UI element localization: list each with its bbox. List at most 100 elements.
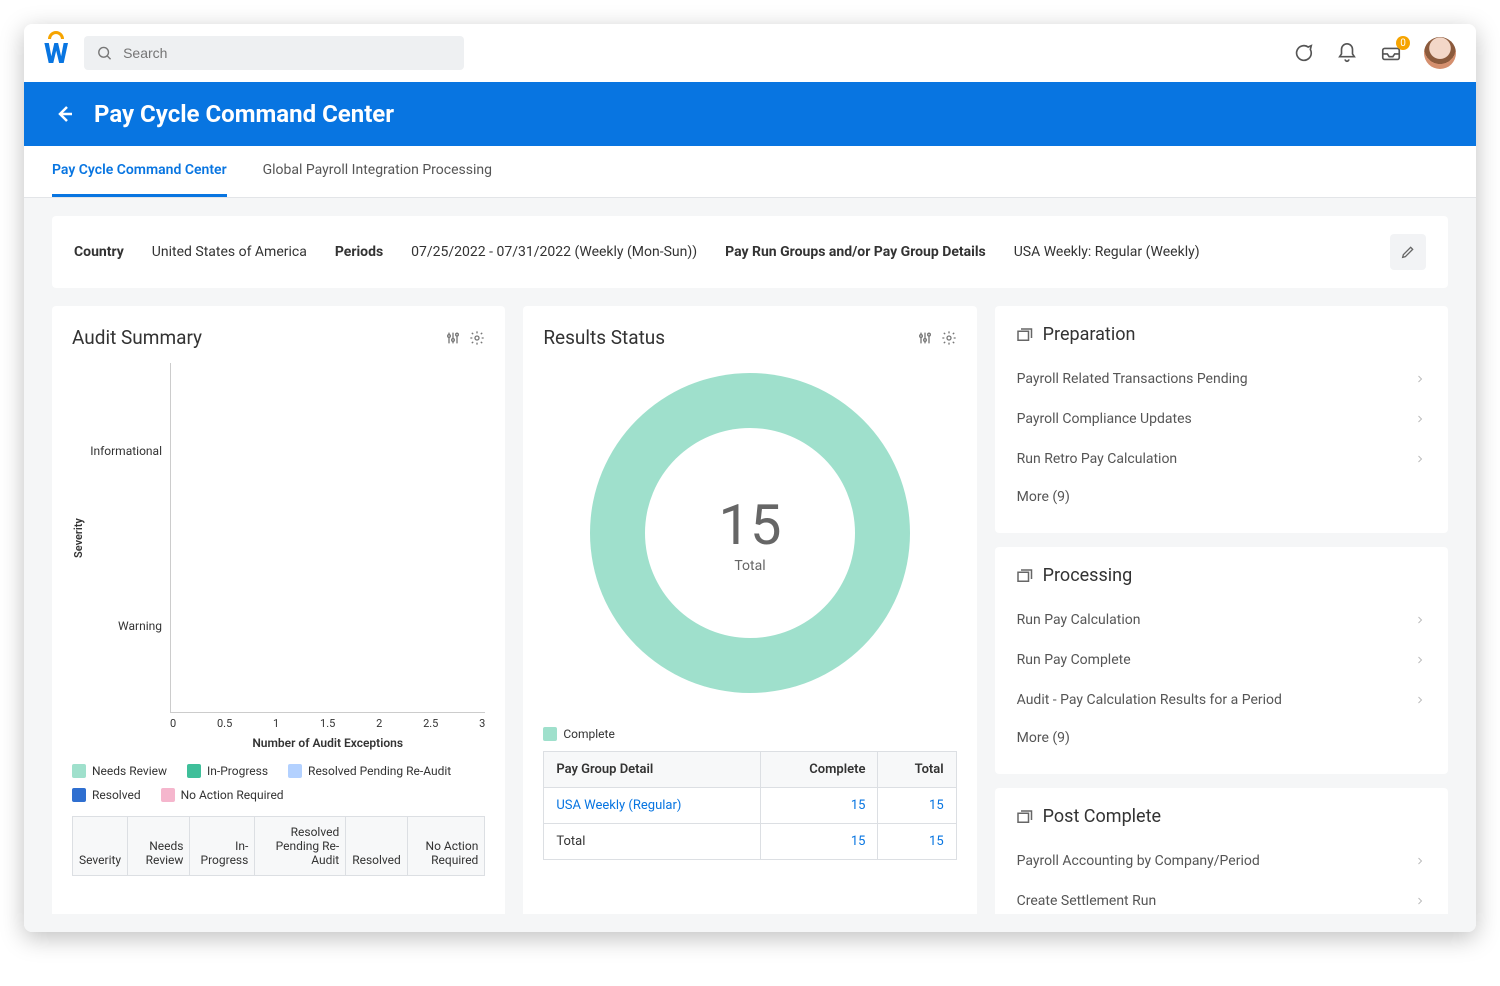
legend-item: No Action Required	[161, 788, 284, 802]
legend-swatch	[72, 764, 86, 778]
donut-total: 15	[719, 492, 782, 558]
chart-x-label: Number of Audit Exceptions	[170, 736, 485, 750]
chart-x-tick: 2	[376, 717, 382, 730]
panel-title: Processing	[1043, 565, 1133, 586]
legend-swatch	[161, 788, 175, 802]
legend-item: Resolved Pending Re-Audit	[288, 764, 451, 778]
tab-command-center[interactable]: Pay Cycle Command Center	[52, 146, 227, 197]
panel-more[interactable]: More (9)	[1015, 479, 1428, 515]
panel-link[interactable]: Payroll Compliance Updates	[1015, 399, 1428, 439]
chart-x-tick: 1	[273, 717, 279, 730]
legend-swatch	[187, 764, 201, 778]
page-title: Pay Cycle Command Center	[94, 100, 394, 128]
legend-label: Resolved Pending Re-Audit	[308, 764, 451, 778]
chart-x-tick: 0	[170, 717, 176, 730]
pencil-icon	[1400, 244, 1416, 260]
audit-th: In-Progress	[190, 817, 255, 876]
chart-x-tick: 2.5	[423, 717, 438, 730]
audit-th: Resolved	[346, 817, 408, 876]
chart-category-0: Informational	[90, 363, 162, 538]
chat-icon[interactable]	[1292, 42, 1314, 64]
logo[interactable]: W	[44, 37, 68, 70]
inbox-icon[interactable]: 0	[1380, 42, 1402, 64]
table-row: Total 15 15	[544, 824, 956, 860]
bell-icon[interactable]	[1336, 42, 1358, 64]
results-donut: 15 Total	[590, 373, 910, 693]
panel-link[interactable]: Payroll Related Transactions Pending	[1015, 359, 1428, 399]
panel-link[interactable]: Run Pay Complete	[1015, 640, 1428, 680]
results-status-title: Results Status	[543, 326, 665, 349]
results-th-1: Complete	[761, 752, 878, 788]
chevron-right-icon	[1414, 895, 1426, 907]
top-bar: W 0	[24, 24, 1476, 82]
panel-title: Post Complete	[1043, 806, 1161, 827]
results-status-card: Results Status 15 Total	[523, 306, 976, 914]
avatar[interactable]	[1424, 37, 1456, 69]
panel-more[interactable]: More (9)	[1015, 720, 1428, 756]
sliders-icon[interactable]	[917, 330, 933, 346]
side-panel: Processing Run Pay CalculationRun Pay Com…	[995, 547, 1448, 774]
chart-x-tick: 3	[479, 717, 485, 730]
filter-country-value: United States of America	[152, 244, 307, 260]
side-panel: Post Complete Payroll Accounting by Compa…	[995, 788, 1448, 914]
filter-periods-value: 07/25/2022 - 07/31/2022 (Weekly (Mon-Sun…	[411, 244, 697, 260]
audit-summary-card: Audit Summary Severity Informational War…	[52, 306, 505, 914]
results-cell-complete[interactable]: 15	[761, 788, 878, 824]
results-cell-label[interactable]: USA Weekly (Regular)	[544, 788, 761, 824]
results-cell-total[interactable]: 15	[878, 824, 956, 860]
search-icon	[96, 44, 113, 62]
panel-header: Processing	[1015, 565, 1428, 586]
chart-x-tick: 0.5	[217, 717, 232, 730]
inbox-badge: 0	[1396, 36, 1410, 50]
panel-link[interactable]: Run Pay Calculation	[1015, 600, 1428, 640]
back-arrow-icon[interactable]	[52, 102, 76, 126]
filter-paygroup-label: Pay Run Groups and/or Pay Group Details	[725, 244, 986, 260]
results-legend: Complete	[543, 727, 956, 741]
chevron-right-icon	[1414, 413, 1426, 425]
audit-legend: Needs Review In-Progress Resolved Pending …	[72, 764, 485, 802]
gear-icon[interactable]	[469, 330, 485, 346]
chevron-right-icon	[1414, 694, 1426, 706]
chart-x-tick: 1.5	[320, 717, 335, 730]
audit-th: Needs Review	[128, 817, 190, 876]
search-input[interactable]	[123, 45, 452, 61]
chevron-right-icon	[1414, 614, 1426, 626]
stack-icon	[1015, 567, 1033, 585]
side-panel: PreparationPayroll Related Transactions …	[995, 306, 1448, 533]
edit-filters-button[interactable]	[1390, 234, 1426, 270]
results-th-0: Pay Group Detail	[544, 752, 761, 788]
panel-link[interactable]: Audit - Pay Calculation Results for a Pe…	[1015, 680, 1428, 720]
filter-country-label: Country	[74, 244, 124, 260]
chart-y-label: Severity	[72, 363, 90, 713]
results-table: Pay Group Detail Complete Total USA Week…	[543, 751, 956, 860]
audit-th: Resolved Pending Re-Audit	[255, 817, 346, 876]
audit-summary-title: Audit Summary	[72, 326, 202, 349]
audit-th: No Action Required	[407, 817, 485, 876]
legend-swatch	[543, 727, 557, 741]
stack-icon	[1015, 326, 1033, 344]
side-panels: PreparationPayroll Related Transactions …	[995, 306, 1448, 914]
chevron-right-icon	[1414, 453, 1426, 465]
filter-periods-label: Periods	[335, 244, 383, 260]
legend-swatch	[72, 788, 86, 802]
legend-item: In-Progress	[187, 764, 268, 778]
panel-link[interactable]: Run Retro Pay Calculation	[1015, 439, 1428, 479]
filter-bar: Country United States of America Periods…	[52, 216, 1448, 288]
legend-label: Complete	[563, 727, 615, 741]
panel-link[interactable]: Create Settlement Run	[1015, 881, 1428, 914]
legend-item: Resolved	[72, 788, 141, 802]
chevron-right-icon	[1414, 855, 1426, 867]
panel-link[interactable]: Payroll Accounting by Company/Period	[1015, 841, 1428, 881]
legend-item: Needs Review	[72, 764, 167, 778]
tab-global-payroll[interactable]: Global Payroll Integration Processing	[263, 146, 492, 197]
legend-label: No Action Required	[181, 788, 284, 802]
results-cell-total[interactable]: 15	[878, 788, 956, 824]
legend-swatch	[288, 764, 302, 778]
donut-label: Total	[734, 558, 765, 574]
legend-label: In-Progress	[207, 764, 268, 778]
results-cell-complete[interactable]: 15	[761, 824, 878, 860]
sliders-icon[interactable]	[445, 330, 461, 346]
search-input-wrap[interactable]	[84, 36, 464, 70]
gear-icon[interactable]	[941, 330, 957, 346]
chart-category-1: Warning	[90, 538, 162, 713]
